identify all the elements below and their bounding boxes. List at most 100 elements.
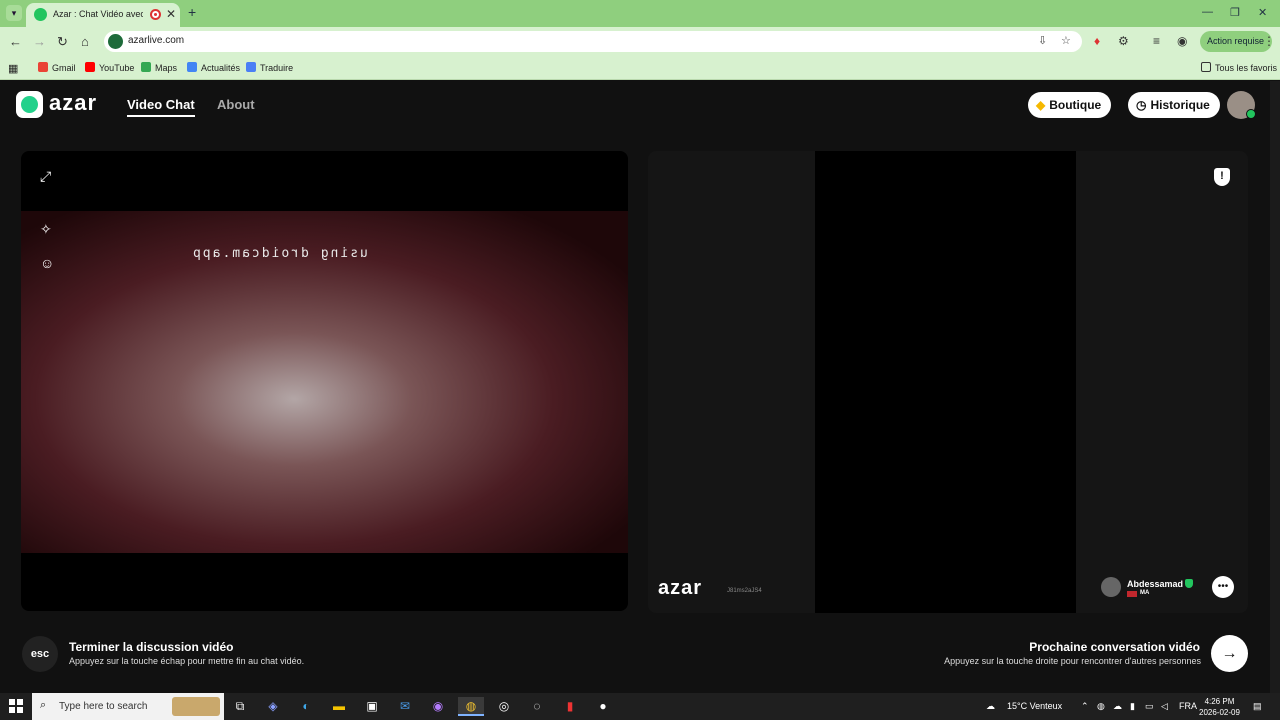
messenger-icon[interactable]: ◉ [425, 697, 451, 716]
tray-app-icon[interactable]: ◍ [1097, 701, 1105, 712]
translate-icon [246, 62, 256, 72]
azar-favicon-icon [34, 8, 47, 21]
tab-search-icon[interactable]: ▾ [6, 5, 22, 21]
folder-icon [1201, 62, 1211, 72]
gem-icon: ◆ [1036, 98, 1046, 112]
bookmark-news[interactable]: Actualités [187, 62, 240, 73]
address-bar[interactable]: azarlive.com ⇩ ☆ [104, 31, 1082, 52]
app-red-icon[interactable]: ▮ [557, 697, 583, 716]
clock-icon: ◷ [1136, 98, 1147, 112]
copilot-icon[interactable]: ◈ [260, 697, 286, 716]
windows-start-icon[interactable] [9, 699, 23, 713]
gmail-icon [38, 62, 48, 72]
peer-name: Abdessamad [1127, 579, 1184, 589]
back-icon[interactable]: ← [9, 34, 22, 49]
history-label: Historique [1150, 98, 1210, 112]
nav-video-chat[interactable]: Video Chat [127, 97, 195, 117]
bookmark-maps[interactable]: Maps [141, 62, 177, 73]
windows-taskbar: ⌕ Type here to search ⧉ ◈ ◐ ▬ ▣ ✉ ◉ ◍ ◎ … [0, 693, 1280, 720]
browser-menu-icon[interactable]: ⋮ [1263, 34, 1275, 48]
microphone-icon[interactable]: ▮ [1130, 701, 1135, 712]
bookmark-gmail[interactable]: Gmail [38, 62, 76, 73]
face-icon[interactable]: ☺ [40, 255, 54, 271]
taskbar-clock[interactable]: 4:26 PM 2026-02-09 [1199, 696, 1240, 718]
tray-chevron-icon[interactable]: ⌃ [1081, 701, 1089, 712]
tab-close-icon[interactable]: ✕ [166, 7, 176, 21]
nav-about[interactable]: About [217, 97, 255, 112]
store-icon[interactable]: ▣ [359, 697, 385, 716]
azar-logo-icon[interactable] [16, 91, 43, 118]
reload-icon[interactable]: ↻ [57, 34, 68, 50]
bookmark-translate[interactable]: Traduire [246, 62, 293, 73]
search-placeholder: Type here to search [59, 701, 148, 712]
search-icon: ⌕ [40, 699, 47, 711]
forward-icon[interactable]: → [33, 34, 46, 49]
taskbar-search[interactable]: ⌕ Type here to search [32, 693, 224, 720]
bookmark-star-icon[interactable]: ☆ [1061, 34, 1071, 47]
shop-label: Boutique [1049, 98, 1102, 112]
action-required-button[interactable]: Action requise [1200, 31, 1272, 52]
profile-icon[interactable]: ◉ [1177, 34, 1187, 48]
browser-tab[interactable]: Azar : Chat Vidéo avec de n ✕ [26, 3, 180, 27]
remote-id: J81ms2aJS4 [727, 588, 762, 594]
extensions-puzzle-icon[interactable]: ⚙ [1118, 34, 1129, 48]
window-close-icon[interactable]: ✕ [1258, 6, 1267, 19]
new-tab-icon[interactable]: + [188, 4, 196, 20]
home-icon[interactable]: ⌂ [81, 34, 89, 49]
bookmark-youtube[interactable]: YouTube [85, 62, 134, 73]
azar-page: azar Video Chat About ◆ Boutique ◷ Histori… [0, 81, 1270, 693]
url-text[interactable]: azarlive.com [128, 35, 184, 46]
expand-icon[interactable]: ⤢ [40, 168, 51, 185]
minimize-icon[interactable]: — [1202, 6, 1213, 18]
task-view-icon[interactable]: ⧉ [227, 697, 253, 716]
network-icon[interactable]: ▭ [1145, 701, 1154, 712]
volume-icon[interactable]: ◁ [1161, 701, 1168, 712]
azar-logo-text[interactable]: azar [49, 90, 97, 116]
verified-badge-icon [1185, 579, 1193, 588]
shop-button[interactable]: ◆ Boutique [1028, 92, 1112, 118]
end-chat-button[interactable]: esc [22, 636, 58, 672]
page-scrollbar[interactable] [1270, 81, 1280, 693]
next-chat-hint: Appuyez sur la touche droite pour rencon… [944, 656, 1201, 666]
local-video-panel: using droidcam.app ⤢ ✧ ☺ [21, 151, 628, 611]
remote-video-feed [815, 151, 1076, 613]
file-explorer-icon[interactable]: ▬ [326, 697, 352, 716]
recording-indicator-icon [150, 9, 161, 20]
notifications-icon[interactable]: ▤ [1253, 701, 1262, 712]
maps-icon [141, 62, 151, 72]
media-controls-icon[interactable]: ≡ [1153, 34, 1160, 48]
chrome-icon[interactable]: ◍ [458, 697, 484, 716]
chat-bubble-icon[interactable]: ••• [1212, 576, 1234, 598]
weather-text[interactable]: 15°C Venteux [1007, 701, 1062, 711]
restore-icon[interactable]: ❐ [1230, 6, 1240, 19]
install-app-icon[interactable]: ⇩ [1038, 34, 1047, 47]
obs-icon[interactable]: ◎ [491, 697, 517, 716]
magic-wand-icon[interactable]: ✧ [40, 221, 52, 238]
app-circle-icon[interactable]: ◌ [524, 697, 550, 716]
remote-video-panel: azar J81ms2aJS4 ! Abdessamad MA ••• [648, 151, 1248, 613]
weather-icon[interactable]: ☁ [986, 701, 995, 712]
all-bookmarks[interactable]: Tous les favoris [1201, 62, 1277, 73]
language-indicator[interactable]: FRA [1179, 701, 1197, 711]
edge-icon[interactable]: ◐ [293, 697, 319, 716]
extension-icon[interactable]: ♦ [1094, 34, 1100, 48]
news-icon [187, 62, 197, 72]
clock-date: 2026-02-09 [1199, 708, 1240, 717]
browser-toolbar: ← → ↻ ⌂ azarlive.com ⇩ ☆ ♦ ⚙ ≡ ◉ Action … [0, 27, 1280, 56]
apps-grid-icon[interactable]: ▦ [8, 62, 18, 75]
site-info-icon[interactable] [108, 34, 123, 49]
tab-title: Azar : Chat Vidéo avec de n [53, 9, 143, 19]
video-watermark: using droidcam.app [191, 246, 368, 261]
history-button[interactable]: ◷ Historique [1128, 92, 1220, 118]
user-avatar[interactable] [1227, 91, 1256, 119]
cloud-icon[interactable]: ☁ [1113, 701, 1122, 712]
end-chat-hint: Appuyez sur la touche échap pour mettre … [69, 656, 305, 666]
local-video-feed: using droidcam.app [21, 211, 628, 553]
mail-icon[interactable]: ✉ [392, 697, 418, 716]
app-dark-icon[interactable]: ● [590, 697, 616, 716]
action-required-label: Action requise [1207, 36, 1265, 46]
search-highlight-image [172, 697, 220, 716]
peer-country: MA [1140, 590, 1150, 596]
next-chat-button[interactable]: → [1211, 635, 1248, 672]
report-shield-icon[interactable]: ! [1214, 168, 1230, 186]
